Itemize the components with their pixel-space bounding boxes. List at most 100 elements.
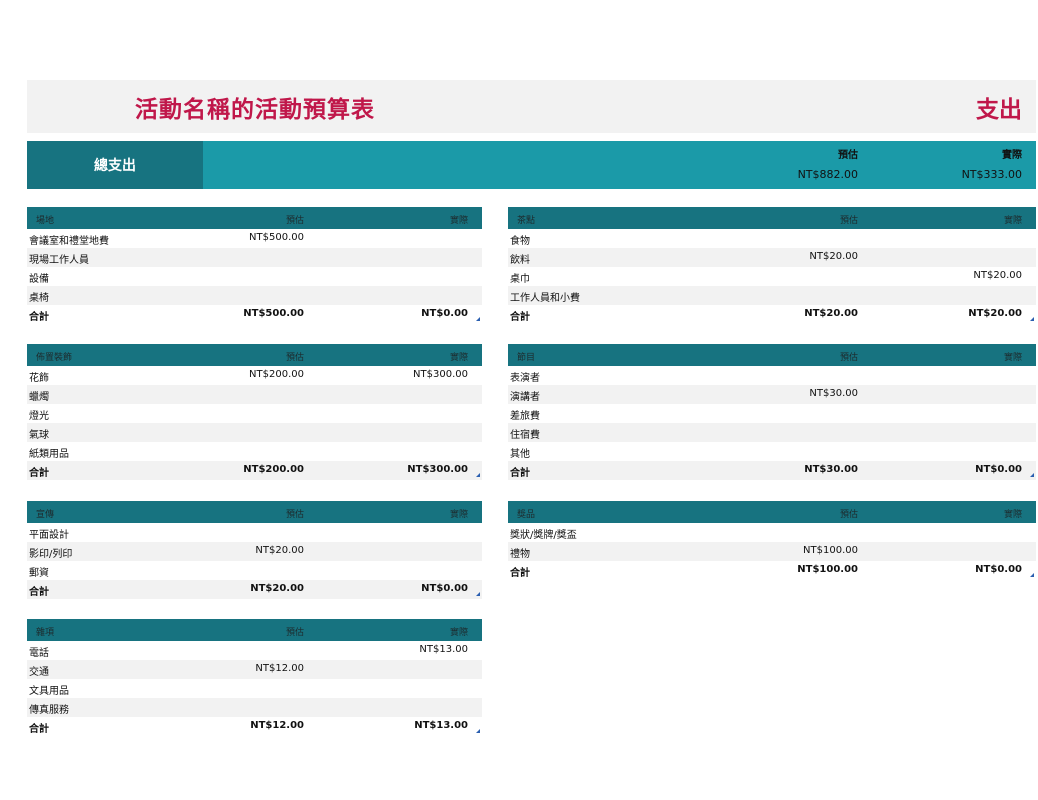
item-label-cell[interactable]: 文具用品 <box>29 682 69 697</box>
est-cell[interactable]: NT$100.00 <box>797 564 858 575</box>
est-header[interactable]: 預估 <box>286 213 304 226</box>
category-header[interactable]: 佈置裝飾 <box>36 350 72 363</box>
act-cell[interactable]: NT$0.00 <box>975 564 1022 575</box>
est-cell[interactable]: NT$20.00 <box>250 583 304 594</box>
item-label-cell[interactable]: 工作人員和小費 <box>510 289 580 304</box>
table-row: 氣球 <box>27 423 482 442</box>
summary-act-value[interactable]: NT$333.00 <box>962 168 1022 181</box>
category-header[interactable]: 場地 <box>36 213 54 226</box>
item-label-cell[interactable]: 合計 <box>510 464 530 479</box>
act-header[interactable]: 實際 <box>1004 350 1022 363</box>
item-label-cell[interactable]: 影印/列印 <box>29 545 72 560</box>
act-header[interactable]: 實際 <box>450 213 468 226</box>
item-label-cell[interactable]: 氣球 <box>29 426 49 441</box>
item-label-cell[interactable]: 合計 <box>510 564 530 579</box>
est-cell[interactable]: NT$500.00 <box>249 232 304 243</box>
item-label-cell[interactable]: 合計 <box>29 720 49 735</box>
item-label-cell[interactable]: 表演者 <box>510 369 540 384</box>
item-label-cell[interactable]: 獎狀/獎牌/獎盃 <box>510 526 577 541</box>
budget-table: 雜項 預估 實際電話 NT$13.00 交通 NT$12.00 文具用品傳真服務合計 NT$1… <box>27 619 482 736</box>
budget-table: 茶點 預估 實際食物飲料 NT$20.00 桌巾 NT$20.00 工作人員和小費 合計 NT$… <box>508 207 1036 324</box>
est-cell[interactable]: NT$100.00 <box>803 545 858 556</box>
est-header[interactable]: 預估 <box>286 350 304 363</box>
act-header[interactable]: 實際 <box>450 625 468 638</box>
category-header[interactable]: 宣傳 <box>36 507 54 520</box>
act-header[interactable]: 實際 <box>1004 507 1022 520</box>
table-row: 差旅費 <box>508 404 1036 423</box>
budget-table: 節目 預估 實際表演者演講者 NT$30.00 差旅費住宿費其他合計 NT$30.00 NT… <box>508 344 1036 480</box>
est-cell[interactable]: NT$20.00 <box>804 308 858 319</box>
budget-table: 獎品 預估 實際獎狀/獎牌/獎盃 禮物 NT$100.00 合計 NT$100.00 NT$0… <box>508 501 1036 580</box>
item-label-cell[interactable]: 電話 <box>29 644 49 659</box>
item-label-cell[interactable]: 住宿費 <box>510 426 540 441</box>
item-label-cell[interactable]: 郵資 <box>29 564 49 579</box>
item-label-cell[interactable]: 會議室和禮堂地費 <box>29 232 109 247</box>
item-label-cell[interactable]: 蠟燭 <box>29 388 49 403</box>
est-cell[interactable]: NT$12.00 <box>255 663 304 674</box>
table-row: 禮物 NT$100.00 <box>508 542 1036 561</box>
category-header[interactable]: 茶點 <box>517 213 535 226</box>
table-row: 燈光 <box>27 404 482 423</box>
category-header[interactable]: 雜項 <box>36 625 54 638</box>
est-header[interactable]: 預估 <box>286 625 304 638</box>
summary-est-header: 預估 <box>838 150 858 161</box>
table-row: 桌椅 <box>27 286 482 305</box>
est-header[interactable]: 預估 <box>840 213 858 226</box>
item-label-cell[interactable]: 交通 <box>29 663 49 678</box>
act-header[interactable]: 實際 <box>450 350 468 363</box>
act-cell[interactable]: NT$300.00 <box>407 464 468 475</box>
item-label-cell[interactable]: 合計 <box>29 308 49 323</box>
table-row: 會議室和禮堂地費 NT$500.00 <box>27 229 482 248</box>
category-header[interactable]: 獎品 <box>517 507 535 520</box>
item-label-cell[interactable]: 其他 <box>510 445 530 460</box>
section-label: 支出 <box>976 97 1022 123</box>
est-header[interactable]: 預估 <box>286 507 304 520</box>
act-cell[interactable]: NT$20.00 <box>973 270 1022 281</box>
item-label-cell[interactable]: 桌椅 <box>29 289 49 304</box>
table-row: 表演者 <box>508 366 1036 385</box>
item-label-cell[interactable]: 差旅費 <box>510 407 540 422</box>
summary-est-value[interactable]: NT$882.00 <box>798 168 858 181</box>
item-label-cell[interactable]: 燈光 <box>29 407 49 422</box>
est-header[interactable]: 預估 <box>840 350 858 363</box>
act-header[interactable]: 實際 <box>1004 213 1022 226</box>
est-cell[interactable]: NT$20.00 <box>255 545 304 556</box>
act-cell[interactable]: NT$13.00 <box>414 720 468 731</box>
total-row: 合計 NT$12.00 NT$13.00 <box>27 717 482 736</box>
item-label-cell[interactable]: 演講者 <box>510 388 540 403</box>
est-cell[interactable]: NT$30.00 <box>804 464 858 475</box>
table-row: 食物 <box>508 229 1036 248</box>
total-row: 合計 NT$100.00 NT$0.00 <box>508 561 1036 580</box>
est-cell[interactable]: NT$500.00 <box>243 308 304 319</box>
item-label-cell[interactable]: 平面設計 <box>29 526 69 541</box>
item-label-cell[interactable]: 桌巾 <box>510 270 530 285</box>
est-cell[interactable]: NT$200.00 <box>249 369 304 380</box>
item-label-cell[interactable]: 紙類用品 <box>29 445 69 460</box>
table-row: 工作人員和小費 <box>508 286 1036 305</box>
table-row: 住宿費 <box>508 423 1036 442</box>
act-cell[interactable]: NT$0.00 <box>421 583 468 594</box>
act-cell[interactable]: NT$20.00 <box>968 308 1022 319</box>
item-label-cell[interactable]: 禮物 <box>510 545 530 560</box>
item-label-cell[interactable]: 合計 <box>29 583 49 598</box>
est-cell[interactable]: NT$30.00 <box>809 388 858 399</box>
act-cell[interactable]: NT$0.00 <box>421 308 468 319</box>
est-header[interactable]: 預估 <box>840 507 858 520</box>
act-cell[interactable]: NT$300.00 <box>413 369 468 380</box>
item-label-cell[interactable]: 傳真服務 <box>29 701 69 716</box>
item-label-cell[interactable]: 食物 <box>510 232 530 247</box>
item-label-cell[interactable]: 飲料 <box>510 251 530 266</box>
budget-table: 宣傳 預估 實際平面設計影印/列印 NT$20.00 郵資合計 NT$20.00 NT$0.… <box>27 501 482 599</box>
est-cell[interactable]: NT$20.00 <box>809 251 858 262</box>
item-label-cell[interactable]: 設備 <box>29 270 49 285</box>
item-label-cell[interactable]: 花飾 <box>29 369 49 384</box>
act-cell[interactable]: NT$0.00 <box>975 464 1022 475</box>
act-cell[interactable]: NT$13.00 <box>419 644 468 655</box>
item-label-cell[interactable]: 現場工作人員 <box>29 251 89 266</box>
item-label-cell[interactable]: 合計 <box>29 464 49 479</box>
item-label-cell[interactable]: 合計 <box>510 308 530 323</box>
est-cell[interactable]: NT$12.00 <box>250 720 304 731</box>
act-header[interactable]: 實際 <box>450 507 468 520</box>
est-cell[interactable]: NT$200.00 <box>243 464 304 475</box>
category-header[interactable]: 節目 <box>517 350 535 363</box>
